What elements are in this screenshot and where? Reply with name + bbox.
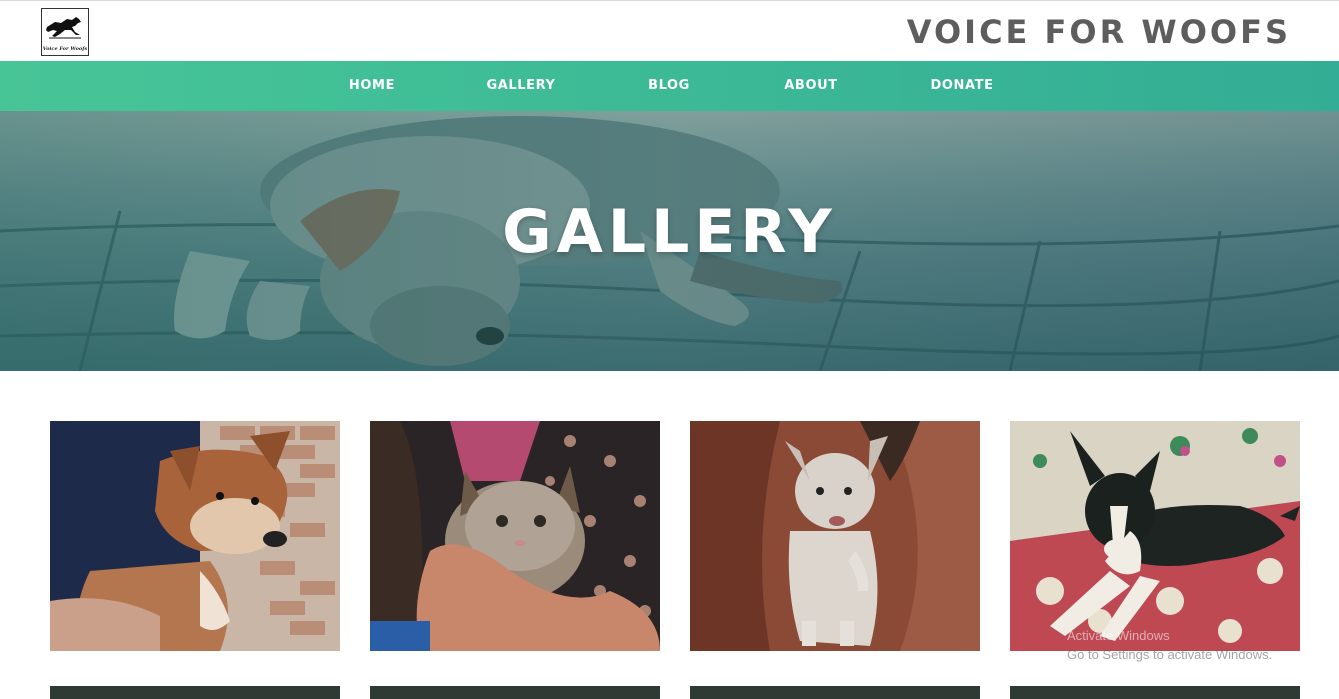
gallery-photo-8[interactable] [1010,686,1300,699]
gallery-photo-5[interactable] [50,686,340,699]
page: Voice For Woofs VOICE FOR WOOFS HOME GAL… [0,0,1339,699]
site-brand-title[interactable]: VOICE FOR WOOFS [907,13,1291,51]
logo-text: Voice For Woofs [42,46,88,52]
black-white-puppy-image [1010,421,1300,651]
nav-donate-link[interactable]: DONATE [930,78,993,93]
nav-blog-link[interactable]: BLOG [648,78,690,93]
nav-home-link[interactable]: HOME [349,78,395,93]
brown-puppy-image [50,421,340,651]
running-dog-icon [46,17,81,39]
hero-title: GALLERY [502,197,837,267]
gallery-photo-6[interactable] [370,686,660,699]
windows-activation-watermark: Activate Windows Go to Settings to activ… [1067,626,1272,664]
main-nav: HOME GALLERY BLOG ABOUT DONATE [0,61,1339,111]
kitten-image [370,421,660,651]
activation-title: Activate Windows [1067,628,1170,643]
gallery-photo-1[interactable] [50,421,340,651]
hero-banner: GALLERY [0,111,1339,371]
site-logo[interactable]: Voice For Woofs [41,8,89,56]
nav-about-link[interactable]: ABOUT [784,78,837,93]
gallery-photo-4[interactable] [1010,421,1300,651]
gallery-photo-3[interactable] [690,421,980,651]
site-header: Voice For Woofs VOICE FOR WOOFS [0,0,1339,61]
activation-subtitle: Go to Settings to activate Windows. [1067,647,1273,662]
gallery-photo-2[interactable] [370,421,660,651]
white-puppy-image [690,421,980,651]
nav-gallery-link[interactable]: GALLERY [486,78,555,93]
gallery-photo-7[interactable] [690,686,980,699]
